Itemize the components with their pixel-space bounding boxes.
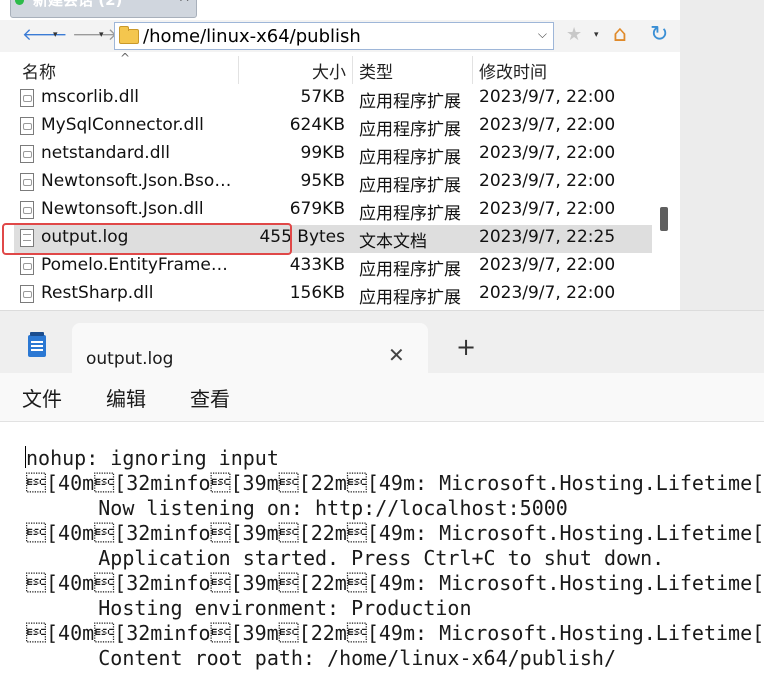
file-explorer-window: 新建会话 (2) ✕ 🡐 ▾ 🡒 ▾ /home/linux-x64/publi… (0, 0, 680, 310)
file-type: 应用程序扩展 (359, 120, 461, 140)
window-background (680, 0, 764, 310)
dll-file-icon (20, 257, 34, 275)
menu-view[interactable]: 查看 (190, 383, 230, 412)
navigation-bar: 🡐 ▾ 🡒 ▾ /home/linux-x64/publish ⌵ ★ ▾ ⌂ … (0, 20, 680, 52)
close-tab-icon[interactable]: ✕ (388, 343, 405, 367)
dll-file-icon (20, 201, 34, 219)
file-type: 应用程序扩展 (359, 260, 461, 280)
column-divider[interactable] (472, 56, 473, 84)
log-line: Hosting environment: Production (26, 596, 472, 620)
log-line: [40m[32minfo[39m[22m[49m: Microsoft… (26, 621, 764, 645)
file-size: 57KB (300, 87, 345, 107)
session-tab-title: 新建会话 (2) (33, 0, 123, 9)
file-modified-date: 2023/9/7, 22:00 (479, 87, 616, 107)
session-close-icon[interactable]: ✕ (178, 0, 191, 6)
file-type: 应用程序扩展 (359, 288, 461, 308)
dll-file-icon (20, 117, 34, 135)
file-size: 433KB (289, 255, 345, 275)
file-size: 624KB (289, 115, 345, 135)
file-name: MySqlConnector.dll (41, 115, 204, 135)
file-modified-date: 2023/9/7, 22:25 (479, 227, 616, 247)
back-history-dropdown-icon[interactable]: ▾ (53, 24, 58, 46)
column-divider[interactable] (238, 56, 239, 84)
file-type: 应用程序扩展 (359, 204, 461, 224)
file-row[interactable]: Pomelo.EntityFrameworkCore.MySql.dll 433K… (14, 253, 652, 281)
log-line: nohup: ignoring input (26, 446, 279, 470)
column-header-date[interactable]: 修改时间 (479, 58, 547, 83)
forward-arrow-icon[interactable]: 🡒 (72, 24, 118, 46)
menu-file[interactable]: 文件 (22, 383, 62, 412)
address-bar[interactable]: /home/linux-x64/publish ⌵ (114, 22, 554, 50)
dll-file-icon (20, 89, 34, 107)
column-header-type[interactable]: 类型 (359, 58, 393, 83)
menu-edit[interactable]: 编辑 (106, 383, 146, 412)
file-size: 679KB (289, 199, 345, 219)
file-name: netstandard.dll (41, 143, 170, 163)
column-header-name[interactable]: 名称 (22, 58, 56, 83)
log-line: [40m[32minfo[39m[22m[49m: Microsoft… (26, 471, 764, 495)
session-tab[interactable]: 新建会话 (2) ✕ (10, 0, 197, 18)
text-editor[interactable]: nohup: ignoring input [40m[32minfo[39m… (0, 422, 764, 678)
home-icon[interactable]: ⌂ (613, 24, 627, 46)
file-row[interactable]: Newtonsoft.Json.Bson.dll 95KB 应用程序扩展 2023/9… (14, 169, 652, 197)
favorite-star-icon[interactable]: ★ (566, 24, 582, 46)
tab-output-log[interactable]: output.log ✕ (72, 323, 428, 375)
file-modified-date: 2023/9/7, 22:00 (479, 199, 616, 219)
file-modified-date: 2023/9/7, 22:00 (479, 171, 616, 191)
column-divider[interactable] (352, 56, 353, 84)
address-dropdown-icon[interactable]: ⌵ (538, 27, 547, 42)
file-type: 应用程序扩展 (359, 92, 461, 112)
file-modified-date: 2023/9/7, 22:00 (479, 255, 616, 275)
notepad-window: output.log ✕ + 文件 编辑 查看 nohup: ignoring … (0, 310, 764, 678)
file-type: 应用程序扩展 (359, 176, 461, 196)
dll-file-icon (20, 145, 34, 163)
file-name: Newtonsoft.Json.dll (41, 199, 204, 219)
connected-status-icon (15, 0, 24, 5)
log-line: Now listening on: http://localhost:5000 (26, 496, 568, 520)
tab-title: output.log (86, 349, 174, 369)
column-header-size[interactable]: 大小 (312, 58, 346, 83)
notepad-app-icon (28, 332, 46, 357)
back-arrow-icon[interactable]: 🡐 (22, 24, 68, 46)
file-name: Newtonsoft.Json.Bson.dll (41, 171, 237, 191)
file-name: mscorlib.dll (41, 87, 140, 107)
file-size: 99KB (300, 143, 345, 163)
scrollbar-thumb[interactable] (660, 207, 668, 231)
forward-history-dropdown-icon[interactable]: ▾ (99, 24, 104, 46)
refresh-icon[interactable]: ↻ (650, 24, 668, 46)
file-size: 156KB (289, 283, 345, 303)
file-row[interactable]: netstandard.dll 99KB 应用程序扩展 2023/9/7, 22:00 (14, 141, 652, 169)
file-type: 文本文档 (359, 232, 427, 252)
file-type: 应用程序扩展 (359, 148, 461, 168)
folder-icon (119, 26, 139, 44)
file-row[interactable]: MySqlConnector.dll 624KB 应用程序扩展 2023/9/7, 2… (14, 113, 652, 141)
log-line: Content root path: /home/linux-x64/publi… (26, 646, 617, 670)
file-list-header: 名称 大小 类型 修改时间 (0, 54, 680, 84)
favorites-dropdown-icon[interactable]: ▾ (594, 24, 599, 46)
dll-file-icon (20, 173, 34, 191)
sort-ascending-icon: ^ (120, 51, 131, 65)
file-modified-date: 2023/9/7, 22:00 (479, 143, 616, 163)
tab-bar: output.log ✕ + (0, 311, 764, 375)
file-modified-date: 2023/9/7, 22:00 (479, 283, 616, 303)
file-modified-date: 2023/9/7, 22:00 (479, 115, 616, 135)
file-name: RestSharp.dll (41, 283, 154, 303)
address-path[interactable]: /home/linux-x64/publish (143, 26, 361, 47)
file-row[interactable]: Newtonsoft.Json.dll 679KB 应用程序扩展 2023/9/7, … (14, 197, 652, 225)
highlight-annotation-box (2, 223, 292, 255)
log-line: Application started. Press Ctrl+C to shu… (26, 546, 665, 570)
file-size: 95KB (300, 171, 345, 191)
dll-file-icon (20, 285, 34, 303)
file-name: Pomelo.EntityFrameworkCore.MySql.dll (41, 255, 237, 275)
log-line: [40m[32minfo[39m[22m[49m: Microsoft… (26, 571, 764, 595)
new-tab-button[interactable]: + (456, 333, 476, 361)
log-line: [40m[32minfo[39m[22m[49m: Microsoft… (26, 521, 764, 545)
file-row[interactable]: mscorlib.dll 57KB 应用程序扩展 2023/9/7, 22:00 (14, 85, 652, 113)
file-row[interactable]: RestSharp.dll 156KB 应用程序扩展 2023/9/7, 22:00 (14, 281, 652, 309)
menu-bar: 文件 编辑 查看 (0, 373, 764, 422)
